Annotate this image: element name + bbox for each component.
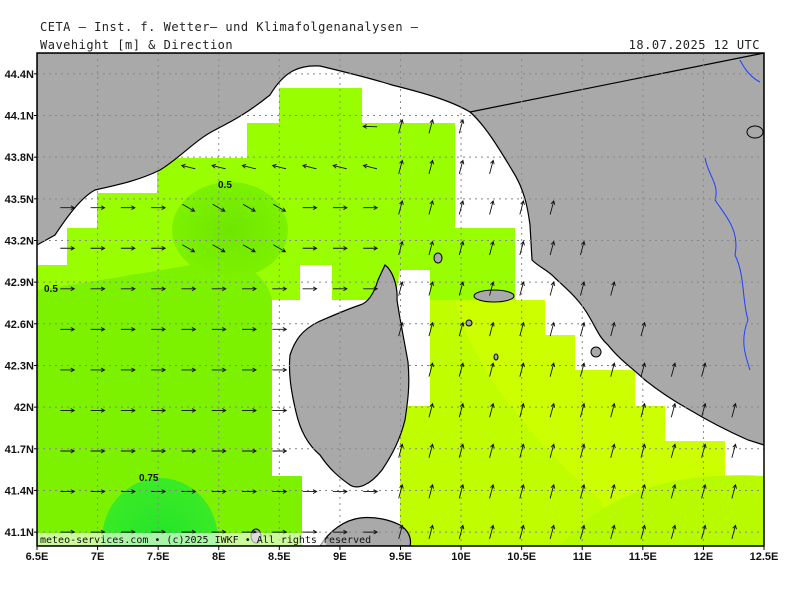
wave-blob-ligurian [172,182,288,278]
contour-label-1: 0.5 [218,180,232,191]
x-tick-label: 12E [694,551,714,563]
y-tick-label: 44.1N [5,110,34,122]
y-axis: 44.4N 44.1N 43.8N 43.5N 43.2N 42.9N 42.6N 42.3N… [5,69,37,539]
contour-label-3: 0.75 [139,473,159,484]
island-capraia [433,252,443,264]
y-tick-label: 43.5N [5,194,34,206]
y-tick-label: 42N [14,402,34,414]
x-tick-label: 12.5E [750,551,779,563]
x-axis: 6.5E 7E 7.5E 8E 8.5E 9E 9.5E 10E 10.5E 11E 11.5E 12… [26,546,779,563]
wave-map: 0.5 0.5 0.75 meteo-services.com • (c)202… [5,52,779,563]
island-giglio [590,346,602,358]
y-tick-label: 43.8N [5,152,34,164]
x-tick-label: 7.5E [147,551,170,563]
x-tick-label: 6.5E [26,551,49,563]
x-tick-label: 7E [91,551,104,563]
y-tick-label: 42.3N [5,360,34,372]
y-tick-label: 41.4N [5,485,34,497]
island-lake [746,125,764,139]
y-tick-label: 42.9N [5,277,34,289]
island-montecristo [493,353,499,361]
x-tick-label: 10.5E [507,551,536,563]
x-tick-label: 11E [573,551,592,563]
y-tick-label: 43.2N [5,235,34,247]
y-tick-label: 41.7N [5,444,34,456]
x-tick-label: 11.5E [629,551,657,563]
credit-text: meteo-services.com • (c)2025 IWKF • All … [40,535,371,546]
x-tick-label: 9E [333,551,346,563]
y-tick-label: 42.6N [5,319,34,331]
x-tick-label: 8E [212,551,225,563]
y-tick-label: 41.1N [5,527,34,539]
x-tick-label: 9.5E [389,551,412,563]
contour-label-2: 0.5 [44,284,58,295]
x-tick-label: 8.5E [268,551,291,563]
island-elba [473,289,515,303]
x-tick-label: 10E [451,551,471,563]
island-pianosa [465,319,473,327]
y-tick-label: 44.4N [5,69,34,81]
